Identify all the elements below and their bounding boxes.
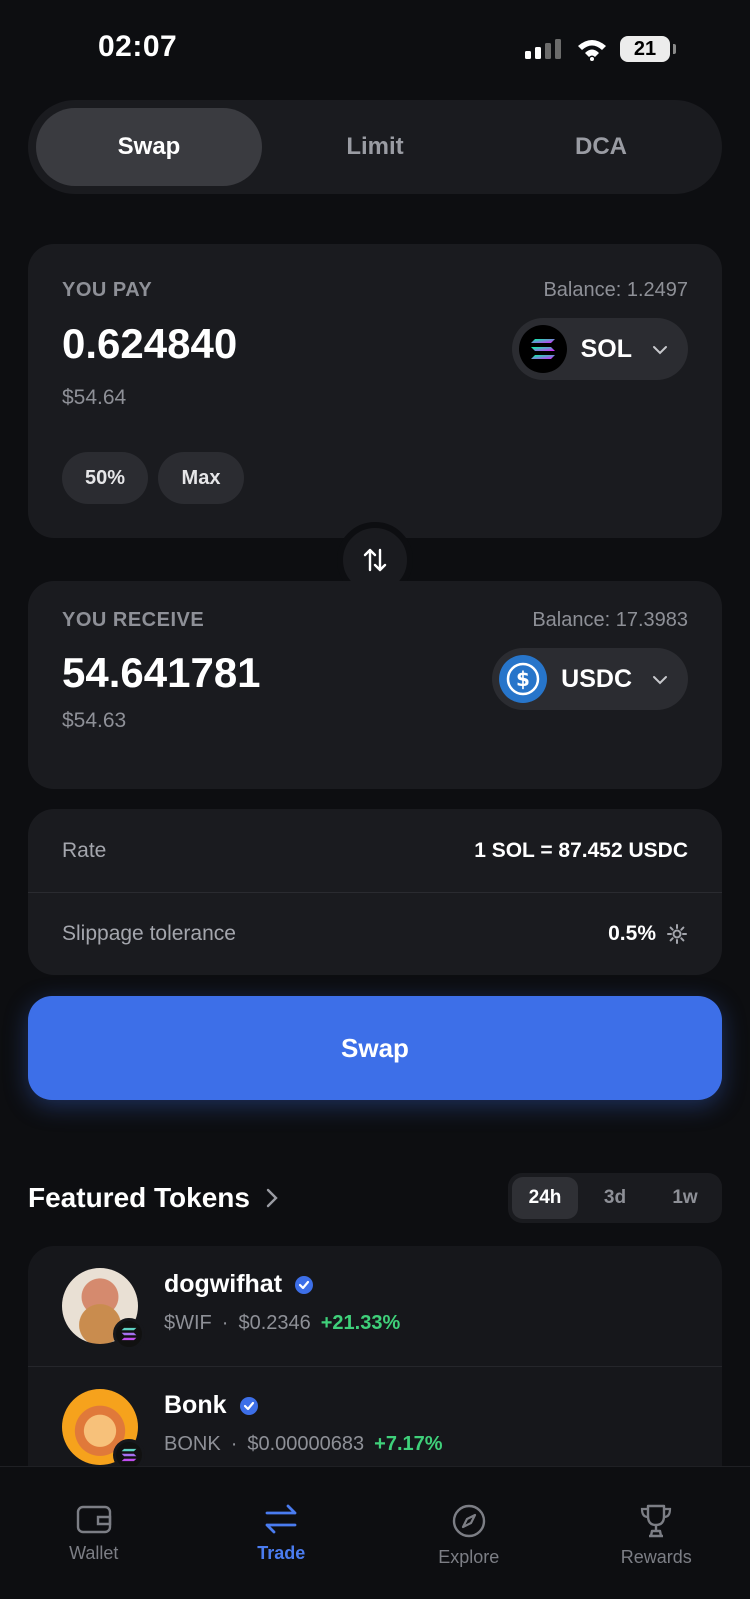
tab-swap[interactable]: Swap xyxy=(36,108,262,186)
receive-token-selector[interactable]: $ USDC xyxy=(492,648,688,710)
slippage-label: Slippage tolerance xyxy=(62,922,236,945)
time-range-tabs: 24h 3d 1w xyxy=(508,1173,722,1223)
swap-arrows-icon xyxy=(265,1504,297,1534)
status-time: 02:07 xyxy=(98,30,178,63)
pay-token-selector[interactable]: SOL xyxy=(511,318,688,380)
range-tab-1w[interactable]: 1w xyxy=(652,1177,718,1219)
token-price: $0.2346 xyxy=(238,1312,311,1334)
svg-text:$: $ xyxy=(516,667,530,691)
receive-usd-value: $54.63 xyxy=(62,709,127,732)
tab-limit[interactable]: Limit xyxy=(262,108,488,186)
slippage-row[interactable]: Slippage tolerance 0.5% xyxy=(28,892,722,975)
featured-tokens-link[interactable]: Featured Tokens xyxy=(28,1182,278,1214)
token-symbol: BONK xyxy=(164,1433,221,1455)
featured-tokens-title: Featured Tokens xyxy=(28,1182,250,1213)
token-change: +21.33% xyxy=(320,1312,401,1334)
status-bar: 02:07 21 xyxy=(0,0,750,100)
rate-details-card: Rate 1 SOL = 87.452 USDC Slippage tolera… xyxy=(28,809,722,975)
swap-button[interactable]: Swap xyxy=(28,996,722,1100)
receive-balance: Balance: 17.3983 xyxy=(532,609,688,631)
token-price: $0.00000683 xyxy=(247,1433,365,1455)
nav-rewards-label: Rewards xyxy=(620,1547,692,1567)
token-name-text: Bonk xyxy=(164,1391,227,1419)
token-name: dogwifhat xyxy=(164,1270,314,1299)
slippage-value: 0.5% xyxy=(608,922,656,945)
featured-tokens-header: Featured Tokens 24h 3d 1w xyxy=(28,1168,722,1228)
trophy-icon xyxy=(641,1504,672,1538)
receive-amount: 54.641781 xyxy=(62,649,261,696)
chevron-down-icon xyxy=(652,339,668,360)
nav-trade[interactable]: Trade xyxy=(188,1467,376,1599)
usdc-token-icon: $ xyxy=(499,655,548,703)
token-name-text: dogwifhat xyxy=(164,1270,283,1298)
tab-dca[interactable]: DCA xyxy=(488,108,714,186)
mode-tabs: Swap Limit DCA xyxy=(28,100,722,194)
nav-rewards[interactable]: Rewards xyxy=(563,1467,750,1599)
nav-wallet[interactable]: Wallet xyxy=(0,1467,188,1599)
gear-icon[interactable] xyxy=(666,923,688,945)
pay-token-name: SOL xyxy=(580,334,632,363)
slippage-setting[interactable]: 0.5% xyxy=(608,922,688,946)
swap-vertical-icon xyxy=(363,548,387,572)
bottom-nav: Wallet Trade Explore Rewards xyxy=(0,1466,750,1599)
token-symbol: $WIF xyxy=(164,1312,212,1334)
separator-dot: · xyxy=(230,1433,238,1455)
wallet-icon xyxy=(76,1505,111,1534)
token-meta: BONK · $0.00000683 +7.17% xyxy=(164,1433,443,1456)
token-change: +7.17% xyxy=(374,1433,443,1455)
you-pay-card: YOU PAY Balance: 1.2497 0.624840 $54.64 … xyxy=(28,244,722,538)
chevron-right-icon xyxy=(266,1188,278,1208)
you-pay-label: YOU PAY xyxy=(62,279,153,301)
range-tab-3d[interactable]: 3d xyxy=(582,1177,648,1219)
token-name: Bonk xyxy=(164,1391,259,1420)
verified-icon xyxy=(295,1275,314,1294)
nav-explore[interactable]: Explore xyxy=(375,1467,563,1599)
separator-dot: · xyxy=(221,1312,229,1334)
nav-explore-label: Explore xyxy=(438,1547,500,1567)
nav-wallet-label: Wallet xyxy=(69,1543,119,1563)
solana-chain-icon xyxy=(113,1318,145,1350)
max-amount-button[interactable]: Max xyxy=(158,452,244,504)
range-tab-24h[interactable]: 24h xyxy=(512,1177,578,1219)
half-amount-button[interactable]: 50% xyxy=(62,452,148,504)
rate-label: Rate xyxy=(62,838,107,862)
cellular-signal-icon xyxy=(525,39,561,59)
sol-token-icon xyxy=(518,325,567,373)
pay-amount-input[interactable]: 0.624840 xyxy=(62,320,237,368)
receive-token-name: USDC xyxy=(561,664,632,693)
wifi-icon xyxy=(578,40,606,61)
rate-row: Rate 1 SOL = 87.452 USDC xyxy=(28,809,722,892)
nav-trade-label: Trade xyxy=(257,1543,306,1563)
battery-indicator: 21 xyxy=(620,36,676,62)
pay-usd-value: $54.64 xyxy=(62,386,127,409)
chevron-down-icon xyxy=(652,669,668,690)
verified-icon xyxy=(239,1396,258,1415)
featured-token-list: dogwifhat $WIF · $0.2346 +21.33% Bonk BO… xyxy=(28,1246,722,1500)
you-receive-card: YOU RECEIVE Balance: 17.3983 54.641781 $… xyxy=(28,581,722,789)
token-meta: $WIF · $0.2346 +21.33% xyxy=(164,1312,400,1335)
token-row-dogwifhat[interactable]: dogwifhat $WIF · $0.2346 +21.33% xyxy=(28,1246,722,1366)
status-icons: 21 xyxy=(524,36,676,62)
pay-balance: Balance: 1.2497 xyxy=(543,279,688,301)
compass-icon xyxy=(452,1504,485,1538)
you-receive-label: YOU RECEIVE xyxy=(62,609,205,631)
rate-value: 1 SOL = 87.452 USDC xyxy=(474,838,688,862)
